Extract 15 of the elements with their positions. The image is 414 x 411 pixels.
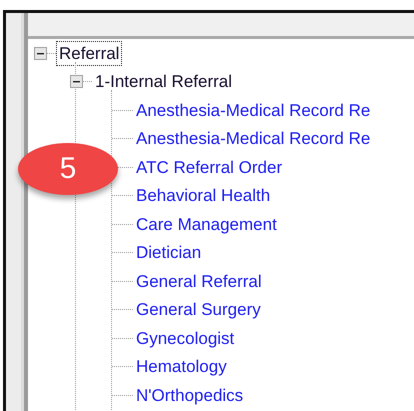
tree-item[interactable]: ATC Referral Order xyxy=(133,154,286,180)
tree-item[interactable]: Care Management xyxy=(133,212,280,237)
tree-item[interactable]: Hematology xyxy=(133,354,230,380)
tree-item[interactable]: Dietician xyxy=(133,240,204,266)
tree-item[interactable]: Anesthesia-Medical Record Re xyxy=(133,126,374,152)
tree-item[interactable]: Anesthesia-Medical Record Re xyxy=(133,98,374,123)
tree-item[interactable]: Behavioral Health xyxy=(133,183,274,208)
tree-item[interactable]: Gynecologist xyxy=(133,326,238,351)
tree-item[interactable]: General Surgery xyxy=(133,297,264,322)
tree-item[interactable]: N'Orthopedics xyxy=(133,382,246,408)
tree-item[interactable]: 1-Internal Referral xyxy=(92,69,236,94)
collapse-icon[interactable] xyxy=(70,75,83,88)
tree-item[interactable]: Referral xyxy=(56,40,122,66)
collapse-icon[interactable] xyxy=(34,46,47,60)
tree-item[interactable]: General Referral xyxy=(133,268,265,294)
